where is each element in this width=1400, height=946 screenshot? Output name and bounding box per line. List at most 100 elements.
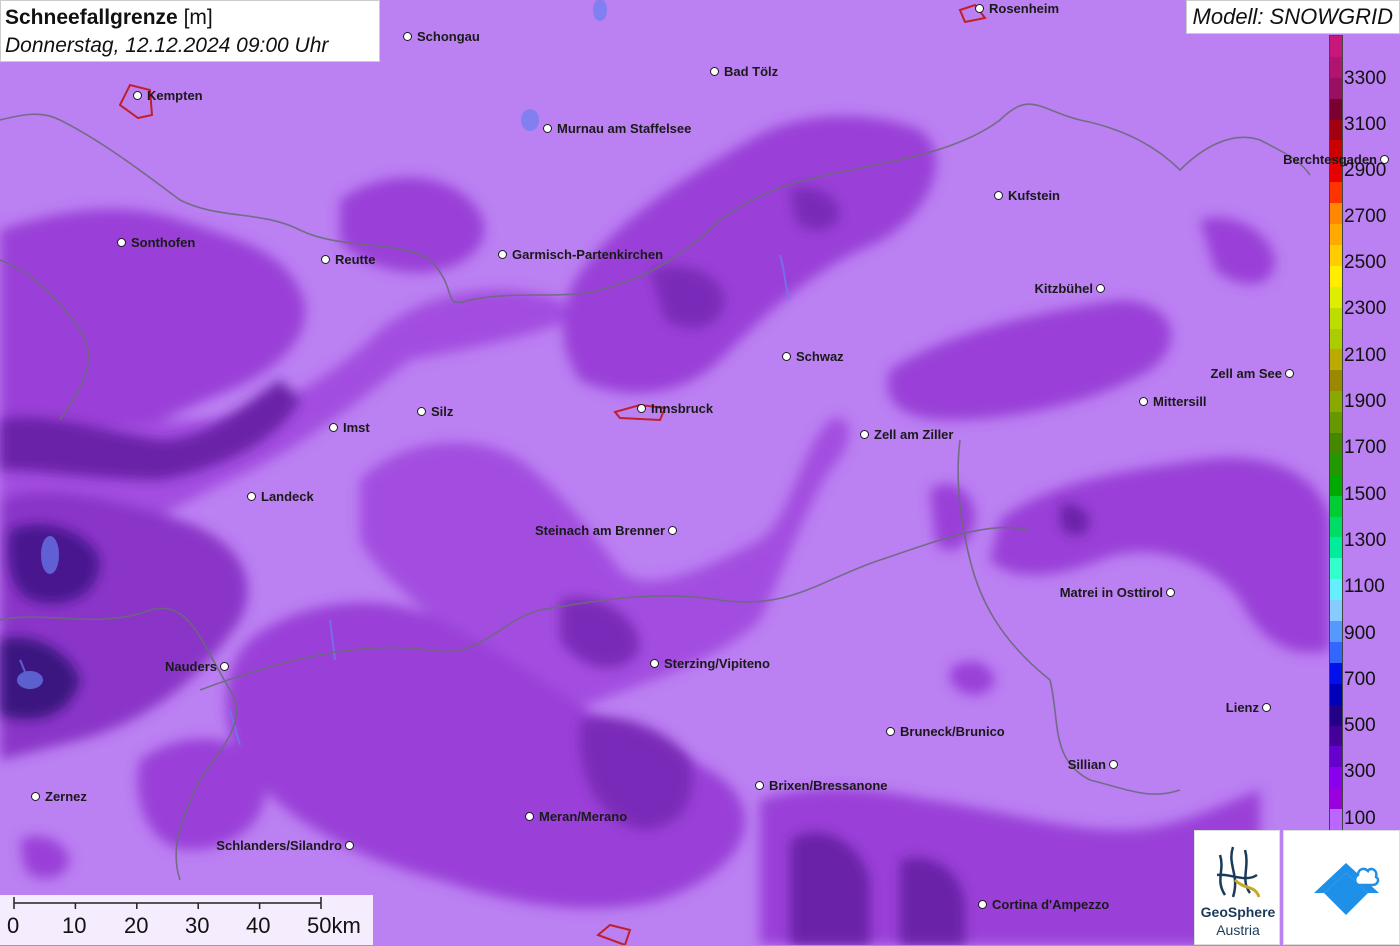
legend-label: 2100 [1344,345,1387,366]
city-label[interactable]: Zell am Ziller [874,428,953,442]
map-title-bold: Schneefallgrenze [5,6,178,29]
city-marker-icon[interactable] [1285,369,1294,378]
city-marker-icon[interactable] [403,32,412,41]
city-label[interactable]: Kempten [147,89,203,103]
legend-label: 1100 [1344,576,1385,597]
legend-color-step [1330,662,1342,685]
city-marker-icon[interactable] [329,423,338,432]
city-marker-icon[interactable] [525,812,534,821]
city-label[interactable]: Meran/Merano [539,810,627,824]
city-label[interactable]: Matrei in Osttirol [1060,586,1163,600]
city-marker-icon[interactable] [637,404,646,413]
legend-color-step [1330,203,1342,225]
city-label[interactable]: Mittersill [1153,395,1206,409]
legend-color-step [1330,433,1342,455]
cloud-house-logo[interactable] [1283,830,1400,945]
legend-color-step [1330,558,1342,580]
city-label[interactable]: Zernez [45,790,87,804]
geosphere-logo[interactable]: GeoSphere Austria [1194,830,1280,945]
legend-color-step [1330,621,1342,643]
city-label[interactable]: Schwaz [796,350,844,364]
city-marker-icon[interactable] [710,67,719,76]
city-label[interactable]: Sonthofen [131,236,195,250]
city-marker-icon[interactable] [133,91,142,100]
city-marker-icon[interactable] [978,900,987,909]
legend-color-step [1330,98,1342,121]
city-marker-icon[interactable] [543,124,552,133]
city-marker-icon[interactable] [1166,588,1175,597]
city-marker-icon[interactable] [1139,397,1148,406]
map-title-unit: [m] [177,6,213,29]
legend-color-step [1330,307,1342,330]
city-marker-icon[interactable] [1262,703,1271,712]
legend-label: 3100 [1344,114,1387,135]
city-marker-icon[interactable] [417,407,426,416]
geosphere-logo-name: GeoSphere [1200,904,1276,920]
legend-color-step [1330,286,1342,309]
city-label[interactable]: Garmisch-Partenkirchen [512,248,663,262]
legend-label: 1700 [1344,437,1387,458]
city-marker-icon[interactable] [860,430,869,439]
legend-color-step [1330,767,1342,789]
city-label[interactable]: Schlanders/Silandro [216,839,342,853]
scale-label: 0 [7,913,20,938]
city-label[interactable]: Silz [431,405,453,419]
legend-color-step [1330,265,1342,288]
city-label[interactable]: Lienz [1226,701,1259,715]
legend-color-step [1330,224,1342,246]
legend-color-step [1330,600,1342,622]
city-marker-icon[interactable] [498,250,507,259]
city-label[interactable]: Rosenheim [989,2,1059,16]
city-marker-icon[interactable] [668,526,677,535]
city-label[interactable]: Schongau [417,30,480,44]
city-label[interactable]: Cortina d'Ampezzo [992,898,1109,912]
city-label[interactable]: Kitzbühel [1035,282,1094,296]
city-marker-icon[interactable] [247,492,256,501]
city-marker-icon[interactable] [1380,155,1389,164]
city-label[interactable]: Innsbruck [651,402,713,416]
legend-color-step [1330,537,1342,559]
city-label[interactable]: Berchtesgaden [1283,153,1377,167]
legend-color-step [1330,474,1342,497]
city-label[interactable]: Sillian [1068,758,1106,772]
city-label[interactable]: Brixen/Bressanone [769,779,888,793]
city-marker-icon[interactable] [220,662,229,671]
city-label[interactable]: Steinach am Brenner [535,524,665,538]
legend-color-step [1330,746,1342,768]
snowfall-limit-map[interactable] [0,0,1400,945]
city-marker-icon[interactable] [886,727,895,736]
city-marker-icon[interactable] [1109,760,1118,769]
legend-color-step [1330,579,1342,601]
scale-label: 10 [62,913,87,938]
legend-color-step [1330,704,1342,727]
legend-color-step [1330,77,1342,100]
city-label[interactable]: Murnau am Staffelsee [557,122,691,136]
city-marker-icon[interactable] [31,792,40,801]
city-marker-icon[interactable] [994,191,1003,200]
city-label[interactable]: Landeck [261,490,314,504]
city-label[interactable]: Nauders [165,660,217,674]
city-marker-icon[interactable] [1096,284,1105,293]
scale-label: 20 [124,913,149,938]
city-label[interactable]: Kufstein [1008,189,1060,203]
city-label[interactable]: Sterzing/Vipiteno [664,657,770,671]
map-datetime: Donnerstag, 12.12.2024 09:00 Uhr [5,34,329,57]
city-label[interactable]: Reutte [335,253,375,267]
city-marker-icon[interactable] [117,238,126,247]
city-marker-icon[interactable] [321,255,330,264]
legend-label: 2700 [1344,206,1387,227]
legend-label: 500 [1344,715,1376,736]
city-label[interactable]: Bad Tölz [724,65,778,79]
legend-color-step [1330,641,1342,664]
legend-color-step [1330,391,1342,413]
city-label[interactable]: Zell am See [1210,367,1282,381]
city-marker-icon[interactable] [782,352,791,361]
city-marker-icon[interactable] [755,781,764,790]
city-marker-icon[interactable] [975,4,984,13]
city-label[interactable]: Bruneck/Brunico [900,725,1005,739]
city-marker-icon[interactable] [650,659,659,668]
cloud-house-logo-icon [1314,863,1380,915]
city-marker-icon[interactable] [345,841,354,850]
legend-color-step [1330,412,1342,434]
city-label[interactable]: Imst [343,421,370,435]
